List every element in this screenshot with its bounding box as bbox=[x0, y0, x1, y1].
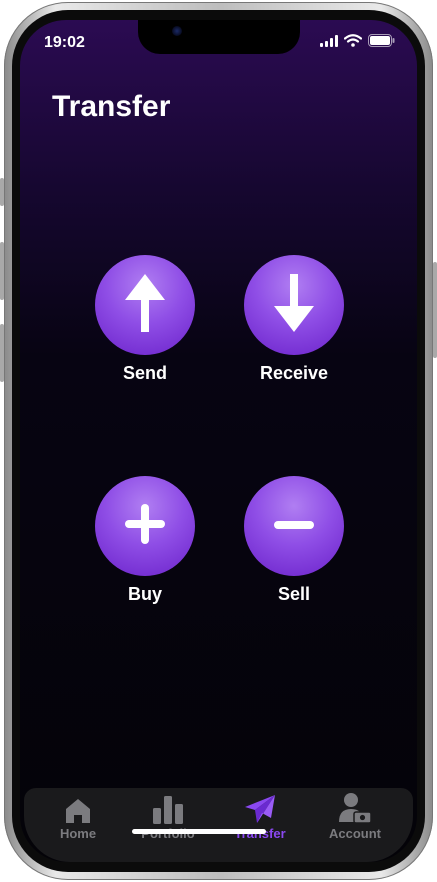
tab-home-label: Home bbox=[59, 826, 97, 841]
sell-label: Sell bbox=[277, 584, 311, 604]
send-circle[interactable] bbox=[95, 255, 195, 355]
sell-button[interactable]: Sell bbox=[244, 476, 344, 605]
notch bbox=[138, 20, 300, 54]
wifi-icon bbox=[343, 34, 363, 52]
bar-chart-icon bbox=[128, 794, 208, 824]
receive-circle[interactable] bbox=[244, 255, 344, 355]
front-camera bbox=[172, 26, 182, 36]
buy-circle[interactable] bbox=[95, 476, 195, 576]
send-label: Send bbox=[122, 363, 167, 383]
tab-account-label: Account bbox=[329, 826, 381, 841]
buy-button[interactable]: Buy bbox=[95, 476, 195, 605]
silent-switch bbox=[0, 178, 4, 206]
user-cash-icon bbox=[315, 793, 395, 824]
app-screen: 19:02 Transfer Send Receive Buy Sell Hom… bbox=[20, 20, 417, 862]
house-icon bbox=[38, 794, 118, 824]
signal-icon bbox=[320, 34, 338, 52]
volume-down-button bbox=[0, 324, 4, 382]
buy-label: Buy bbox=[127, 584, 162, 604]
page-title: Transfer bbox=[52, 90, 171, 123]
arrow-down-icon bbox=[272, 272, 316, 339]
plus-icon bbox=[123, 502, 167, 551]
volume-up-button bbox=[0, 242, 4, 300]
tab-account[interactable]: Account bbox=[315, 793, 395, 841]
status-time: 19:02 bbox=[44, 34, 85, 51]
sell-circle[interactable] bbox=[244, 476, 344, 576]
home-indicator[interactable] bbox=[132, 829, 266, 834]
receive-button[interactable]: Receive bbox=[244, 255, 344, 384]
tab-bar: Home Portfolio Transfer bbox=[24, 788, 413, 862]
battery-icon bbox=[368, 34, 395, 52]
tab-home[interactable]: Home bbox=[38, 794, 118, 841]
power-button bbox=[433, 262, 437, 358]
status-icons bbox=[320, 34, 395, 52]
arrow-up-icon bbox=[123, 272, 167, 339]
send-button[interactable]: Send bbox=[95, 255, 195, 384]
paper-plane-icon bbox=[220, 794, 300, 824]
receive-label: Receive bbox=[259, 363, 329, 383]
minus-icon bbox=[272, 517, 316, 535]
